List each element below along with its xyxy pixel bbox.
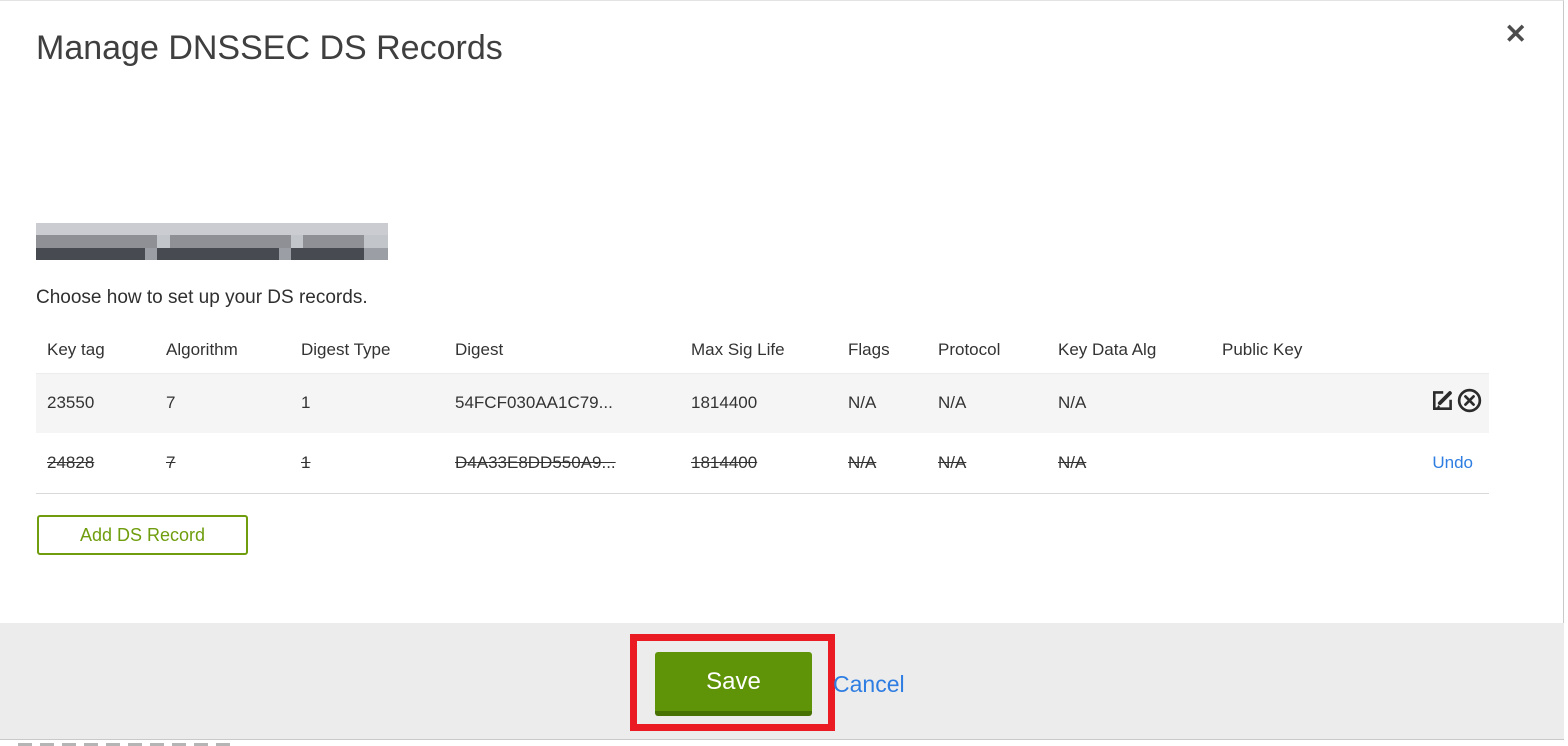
save-button[interactable]: Save bbox=[655, 652, 812, 716]
ds-records-table: Key tag Algorithm Digest Type Digest Max… bbox=[36, 327, 1489, 494]
delete-icon[interactable] bbox=[1456, 387, 1483, 419]
add-ds-record-button[interactable]: Add DS Record bbox=[37, 515, 248, 555]
cell-key-data-alg: N/A bbox=[1058, 452, 1087, 472]
cancel-link[interactable]: Cancel bbox=[833, 671, 905, 698]
cell-digest-type: 1 bbox=[301, 452, 311, 472]
cell-flags: N/A bbox=[848, 452, 877, 472]
modal-footer: Save Cancel bbox=[0, 623, 1564, 740]
cell-protocol: N/A bbox=[938, 393, 967, 413]
cell-max-sig-life: 1814400 bbox=[691, 393, 758, 413]
table-row: 23550 7 1 54FCF030AA1C79... 1814400 N/A … bbox=[36, 373, 1489, 433]
col-header-digest: Digest bbox=[455, 339, 504, 359]
col-header-digest-type: Digest Type bbox=[301, 339, 391, 359]
page-title: Manage DNSSEC DS Records bbox=[36, 29, 503, 67]
col-header-public-key: Public Key bbox=[1222, 339, 1303, 359]
cell-algorithm: 7 bbox=[166, 393, 176, 413]
cell-flags: N/A bbox=[848, 393, 877, 413]
col-header-flags: Flags bbox=[848, 339, 890, 359]
undo-link[interactable]: Undo bbox=[1432, 453, 1483, 472]
cell-digest: 54FCF030AA1C79... bbox=[455, 393, 613, 413]
close-icon[interactable]: ✕ bbox=[1504, 21, 1527, 48]
table-header-row: Key tag Algorithm Digest Type Digest Max… bbox=[36, 327, 1489, 373]
cell-key-tag: 24828 bbox=[47, 452, 95, 472]
cell-algorithm: 7 bbox=[166, 452, 176, 472]
background-page bbox=[0, 740, 1568, 746]
col-header-key-tag: Key tag bbox=[47, 339, 105, 359]
dnssec-modal: Manage DNSSEC DS Records ✕ Choose how to… bbox=[0, 0, 1564, 740]
cell-digest-type: 1 bbox=[301, 393, 311, 413]
redacted-domain bbox=[36, 223, 388, 260]
col-header-protocol: Protocol bbox=[938, 339, 1001, 359]
col-header-algorithm: Algorithm bbox=[166, 339, 238, 359]
instruction-text: Choose how to set up your DS records. bbox=[36, 287, 368, 308]
col-header-max-sig-life: Max Sig Life bbox=[691, 339, 785, 359]
cell-max-sig-life: 1814400 bbox=[691, 452, 758, 472]
edit-icon[interactable] bbox=[1429, 387, 1456, 419]
cell-protocol: N/A bbox=[938, 452, 967, 472]
col-header-key-data-alg: Key Data Alg bbox=[1058, 339, 1157, 359]
cell-digest: D4A33E8DD550A9... bbox=[455, 452, 616, 472]
col-header-actions bbox=[1341, 327, 1489, 373]
cell-key-tag: 23550 bbox=[47, 393, 95, 413]
cell-key-data-alg: N/A bbox=[1058, 393, 1087, 413]
table-row-deleted: 24828 7 1 D4A33E8DD550A9... 1814400 N/A … bbox=[36, 433, 1489, 493]
